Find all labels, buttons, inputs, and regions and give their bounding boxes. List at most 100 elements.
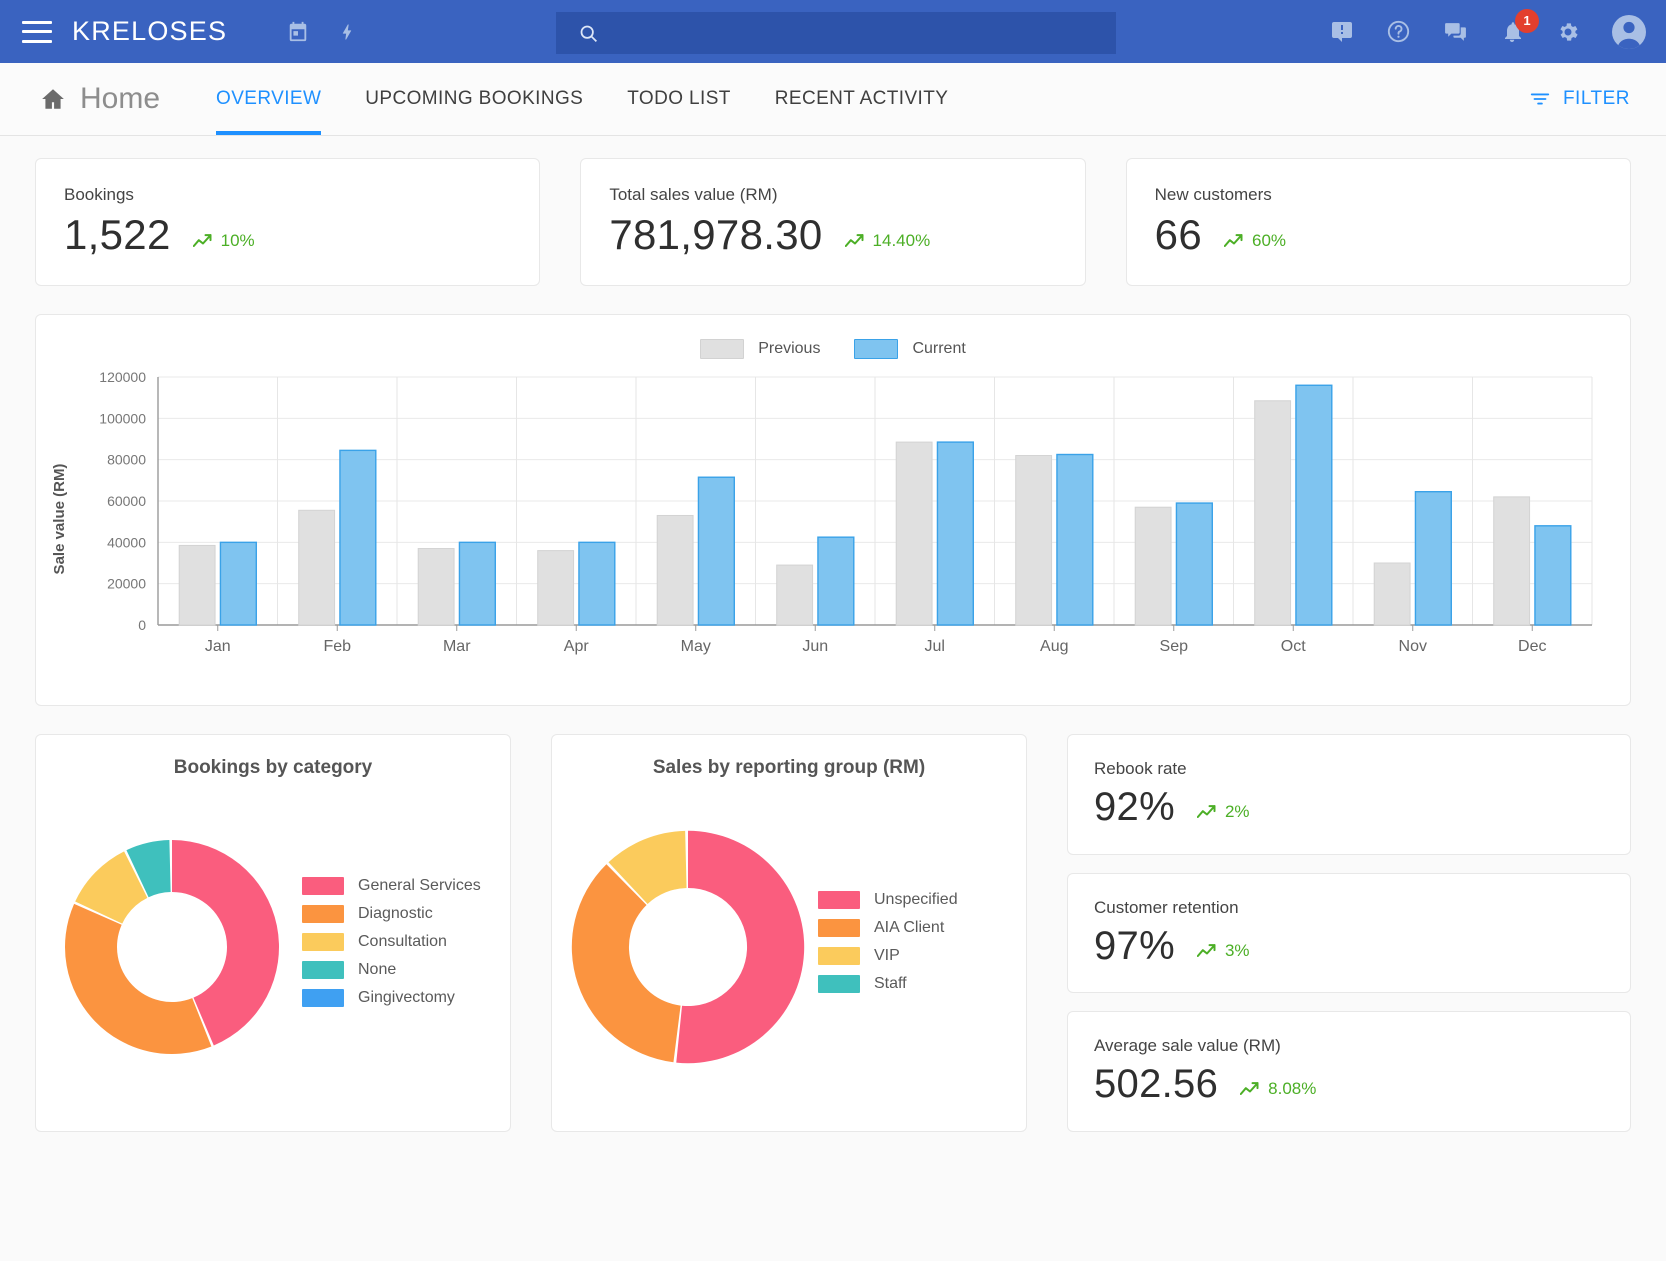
- settings-gear-icon[interactable]: [1556, 20, 1580, 44]
- donut-slice[interactable]: [572, 864, 681, 1062]
- legend-label: Consultation: [358, 933, 447, 951]
- kpi-row: Bookings 1,522 10% Total sales value (RM…: [35, 158, 1631, 286]
- sales-bar-chart-card: Previous Current Sale value (RM) 0200004…: [35, 314, 1631, 706]
- chart-title: Bookings by category: [52, 757, 494, 779]
- legend-item[interactable]: Gingivectomy: [302, 989, 494, 1007]
- legend-swatch: [302, 933, 344, 951]
- svg-text:100000: 100000: [99, 410, 146, 426]
- tab-todo-list[interactable]: TODO LIST: [627, 63, 731, 135]
- kpi-value: 502.56: [1094, 1062, 1218, 1107]
- legend-label: Diagnostic: [358, 905, 433, 923]
- kpi-value: 92%: [1094, 785, 1175, 830]
- bookings-by-category-card: Bookings by category General Services Dia…: [35, 734, 511, 1132]
- legend-item-previous[interactable]: Previous: [700, 339, 820, 359]
- kpi-card-average-sale-value: Average sale value (RM) 502.56 8.08%: [1067, 1011, 1631, 1132]
- calendar-icon[interactable]: [287, 21, 309, 43]
- tab-upcoming-bookings[interactable]: UPCOMING BOOKINGS: [365, 63, 583, 135]
- tab-bar: OVERVIEW UPCOMING BOOKINGS TODO LIST REC…: [216, 63, 992, 135]
- legend-item[interactable]: Staff: [818, 975, 1010, 993]
- chat-icon[interactable]: [1443, 19, 1468, 44]
- legend-swatch: [818, 947, 860, 965]
- kpi-label: Rebook rate: [1094, 759, 1604, 779]
- svg-text:Apr: Apr: [564, 638, 590, 655]
- side-kpi-column: Rebook rate 92% 2% Customer retention 97…: [1067, 734, 1631, 1132]
- kpi-label: Bookings: [64, 185, 511, 205]
- y-axis-label: Sale value (RM): [51, 464, 68, 575]
- breadcrumb[interactable]: Home: [40, 82, 160, 116]
- kpi-delta: 60%: [1224, 231, 1286, 251]
- legend-label: VIP: [874, 947, 900, 965]
- legend-item[interactable]: VIP: [818, 947, 1010, 965]
- legend-label: None: [358, 961, 396, 979]
- search-input[interactable]: [613, 25, 1073, 42]
- svg-text:40000: 40000: [107, 534, 146, 550]
- svg-text:Jul: Jul: [925, 638, 945, 655]
- bar-chart-legend: Previous Current: [56, 339, 1610, 359]
- legend-label: AIA Client: [874, 919, 944, 937]
- global-search[interactable]: [556, 12, 1116, 54]
- legend-label: Gingivectomy: [358, 989, 455, 1007]
- kpi-label: Average sale value (RM): [1094, 1036, 1604, 1056]
- trend-up-icon: [193, 233, 213, 249]
- trend-up-icon: [1224, 233, 1244, 249]
- help-icon[interactable]: [1386, 19, 1411, 44]
- legend-item[interactable]: AIA Client: [818, 919, 1010, 937]
- bar-chart-plot: 020000400006000080000100000120000JanFebM…: [80, 369, 1610, 669]
- svg-text:Mar: Mar: [443, 638, 471, 655]
- legend-item[interactable]: Diagnostic: [302, 905, 494, 923]
- legend-swatch: [302, 905, 344, 923]
- legend-item[interactable]: General Services: [302, 877, 494, 895]
- notification-badge: 1: [1515, 9, 1539, 33]
- kpi-delta-value: 8.08%: [1268, 1079, 1316, 1099]
- legend-item[interactable]: Consultation: [302, 933, 494, 951]
- svg-text:Jan: Jan: [205, 638, 231, 655]
- kpi-label: Customer retention: [1094, 898, 1604, 918]
- kpi-card-new-customers: New customers 66 60%: [1126, 158, 1631, 286]
- legend-label: Previous: [758, 340, 820, 358]
- kpi-delta-value: 10%: [221, 231, 255, 251]
- kpi-delta-value: 60%: [1252, 231, 1286, 251]
- page-title: Home: [80, 82, 160, 116]
- kpi-delta-value: 14.40%: [873, 231, 931, 251]
- legend-label: Staff: [874, 975, 907, 993]
- donut-slice[interactable]: [65, 904, 211, 1054]
- legend-item[interactable]: None: [302, 961, 494, 979]
- legend-swatch: [302, 877, 344, 895]
- legend-swatch: [302, 961, 344, 979]
- lightning-bolt-icon[interactable]: [337, 21, 357, 43]
- legend-swatch-current: [854, 339, 898, 359]
- svg-text:120000: 120000: [99, 369, 146, 385]
- legend-item-current[interactable]: Current: [854, 339, 965, 359]
- kpi-delta: 8.08%: [1240, 1079, 1316, 1099]
- bottom-row: Bookings by category General Services Dia…: [35, 734, 1631, 1132]
- svg-text:20000: 20000: [107, 576, 146, 592]
- kpi-delta: 14.40%: [845, 231, 931, 251]
- kpi-card-customer-retention: Customer retention 97% 3%: [1067, 873, 1631, 994]
- bar-chart-svg: 020000400006000080000100000120000JanFebM…: [80, 369, 1610, 669]
- hamburger-icon[interactable]: [22, 21, 52, 43]
- legend-item[interactable]: Unspecified: [818, 891, 1010, 909]
- legend-swatch: [302, 989, 344, 1007]
- svg-text:80000: 80000: [107, 452, 146, 468]
- top-bar-actions: 1: [1330, 0, 1646, 63]
- trend-up-icon: [1197, 804, 1217, 820]
- home-icon: [40, 86, 66, 112]
- bookings-donut-svg: [61, 836, 283, 1058]
- tab-overview[interactable]: OVERVIEW: [216, 63, 321, 135]
- search-icon: [578, 23, 599, 44]
- donut-slice[interactable]: [676, 831, 804, 1063]
- tab-recent-activity[interactable]: RECENT ACTIVITY: [775, 63, 949, 135]
- kpi-delta: 10%: [193, 231, 255, 251]
- filter-button[interactable]: FILTER: [1529, 88, 1630, 110]
- sales-by-reporting-group-card: Sales by reporting group (RM) Unspecifie…: [551, 734, 1027, 1132]
- announcement-icon[interactable]: [1330, 20, 1354, 44]
- kpi-card-rebook-rate: Rebook rate 92% 2%: [1067, 734, 1631, 855]
- svg-text:Feb: Feb: [323, 638, 351, 655]
- kpi-value: 781,978.30: [609, 211, 822, 259]
- user-avatar[interactable]: [1612, 15, 1646, 49]
- kpi-delta: 3%: [1197, 941, 1250, 961]
- notifications-icon[interactable]: 1: [1500, 20, 1524, 44]
- svg-text:Oct: Oct: [1281, 638, 1306, 655]
- kpi-card-total-sales: Total sales value (RM) 781,978.30 14.40%: [580, 158, 1085, 286]
- svg-text:60000: 60000: [107, 493, 146, 509]
